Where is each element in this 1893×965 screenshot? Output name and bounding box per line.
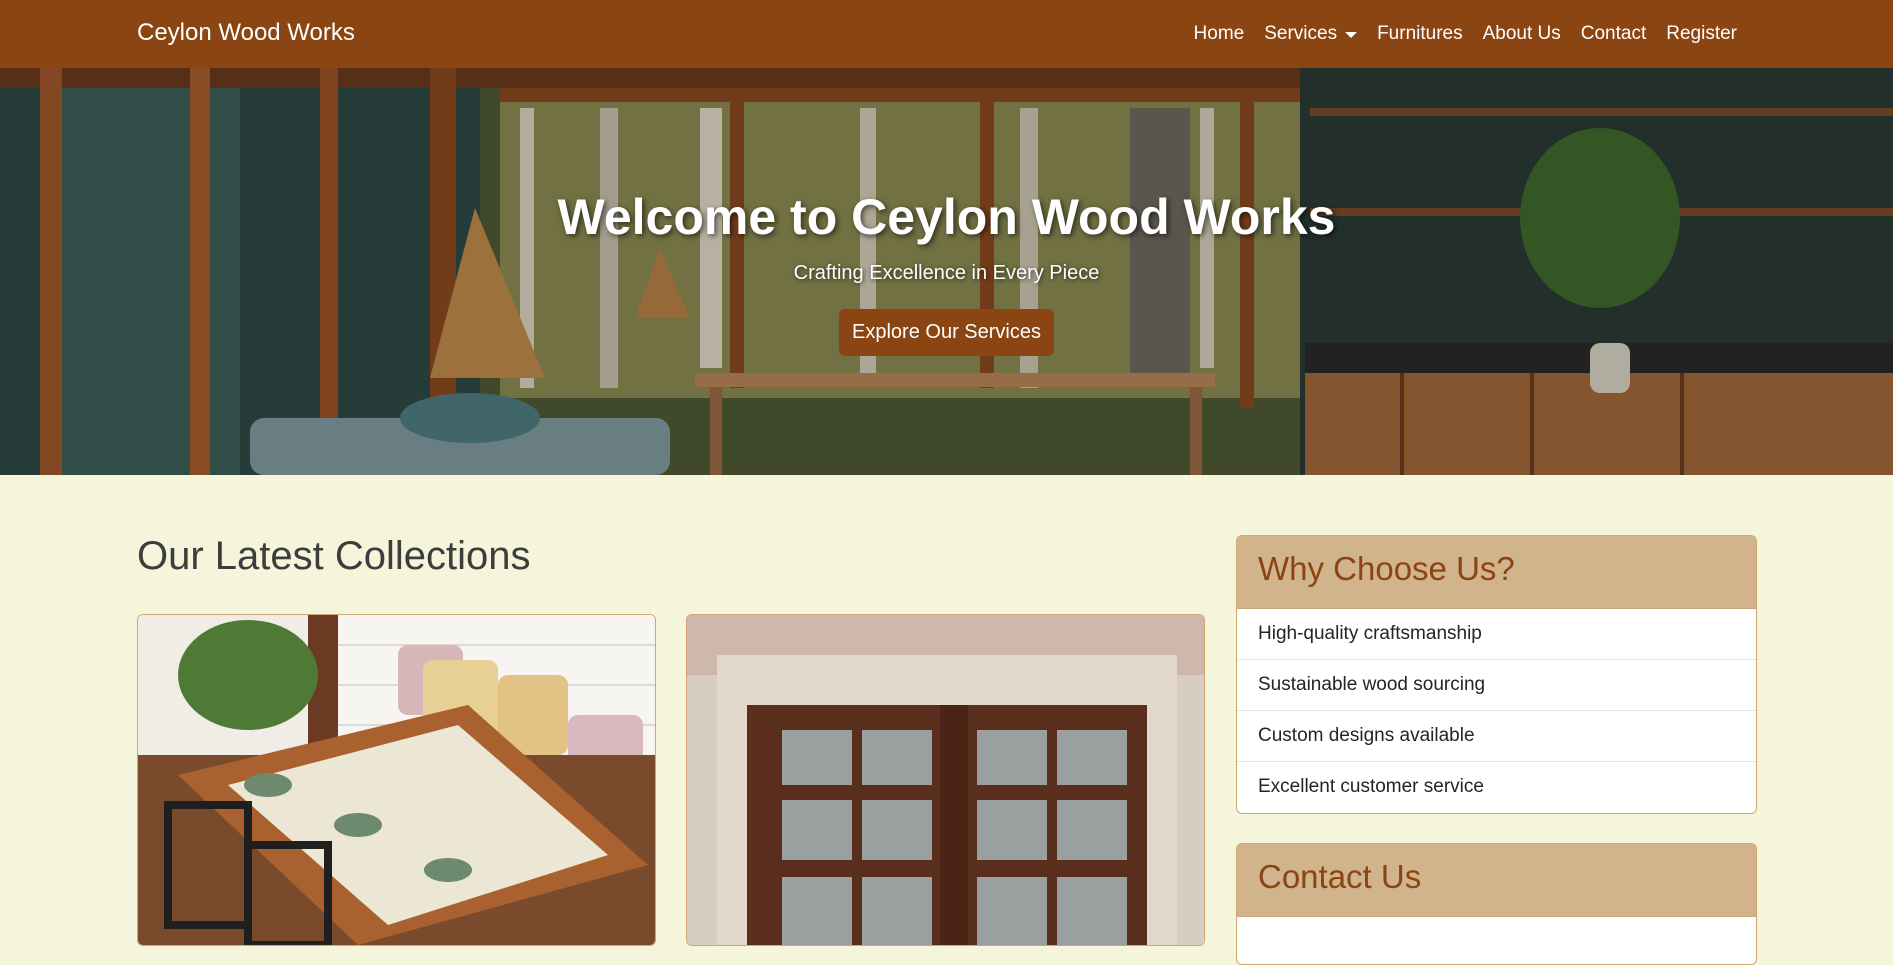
nav-links: Home Services Furnitures About Us Contac…: [1184, 0, 1747, 68]
hero-title: Welcome to Ceylon Wood Works: [557, 189, 1336, 245]
list-item: Sustainable wood sourcing: [1237, 660, 1756, 711]
chevron-down-icon: [1345, 32, 1358, 38]
wooden-window-image: [687, 615, 1204, 945]
brand-logo[interactable]: Ceylon Wood Works: [137, 0, 355, 68]
contact-us-title: Contact Us: [1237, 844, 1756, 917]
collection-card-dining[interactable]: [137, 614, 656, 946]
why-choose-us-title: Why Choose Us?: [1237, 536, 1756, 609]
list-item: Excellent customer service: [1258, 776, 1484, 797]
list-item: High-quality craftsmanship: [1237, 609, 1756, 660]
why-choose-us-list: High-quality craftsmanship Sustainable w…: [1237, 609, 1756, 812]
explore-services-button[interactable]: Explore Our Services: [839, 309, 1054, 356]
nav-home[interactable]: Home: [1184, 23, 1255, 45]
list-item: Custom designs available: [1237, 711, 1756, 762]
navbar: Ceylon Wood Works Home Services Furnitur…: [0, 0, 1893, 68]
contact-us-panel: Contact Us: [1236, 843, 1757, 965]
nav-contact[interactable]: Contact: [1571, 23, 1656, 45]
nav-services-label: Services: [1264, 23, 1338, 44]
why-choose-us-panel: Why Choose Us? High-quality craftsmanshi…: [1236, 535, 1757, 814]
nav-furnitures[interactable]: Furnitures: [1367, 23, 1473, 45]
collection-card-window[interactable]: [686, 614, 1205, 946]
nav-about[interactable]: About Us: [1473, 23, 1571, 45]
hero-subtitle: Crafting Excellence in Every Piece: [793, 262, 1100, 284]
nav-register[interactable]: Register: [1656, 23, 1747, 45]
dining-room-image: [138, 615, 655, 945]
nav-services-dropdown[interactable]: Services: [1254, 23, 1367, 45]
hero-content: Welcome to Ceylon Wood Works Crafting Ex…: [0, 68, 1893, 475]
hero-banner: Welcome to Ceylon Wood Works Crafting Ex…: [0, 68, 1893, 475]
collections-title: Our Latest Collections: [137, 534, 531, 578]
